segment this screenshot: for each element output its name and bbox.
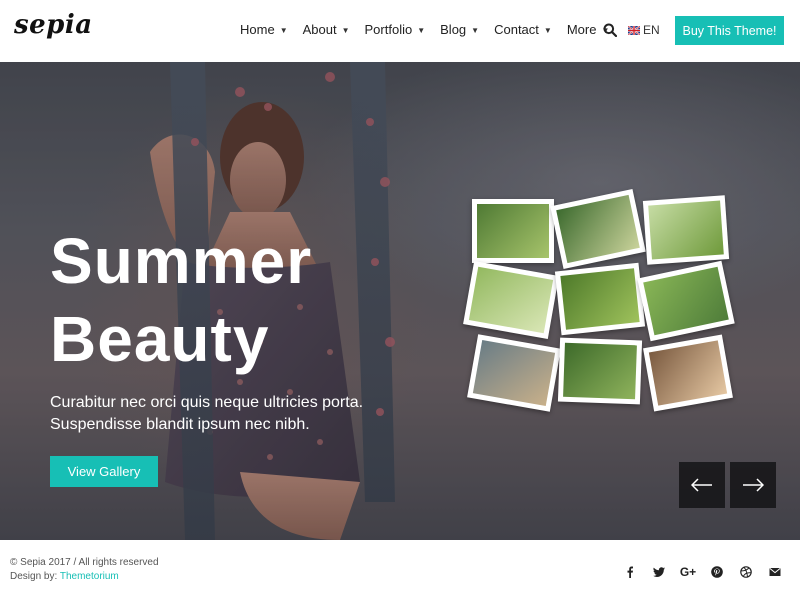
hero-subtitle-line: Curabitur nec orci quis neque ultricies …	[50, 394, 364, 411]
chevron-down-icon: ▼	[341, 26, 350, 35]
chevron-down-icon: ▼	[417, 26, 426, 35]
site-header: sepia Home ▼ About ▼ Portfolio ▼ Blog ▼ …	[0, 0, 800, 62]
google-plus-icon[interactable]: G+	[680, 564, 696, 580]
site-logo[interactable]: sepia	[14, 10, 93, 40]
nav-about-label: About	[302, 22, 337, 37]
chevron-down-icon: ▼	[279, 26, 288, 35]
nav-about[interactable]: About ▼	[303, 22, 350, 37]
arrow-right-icon	[743, 478, 764, 492]
collage-photo	[643, 334, 733, 412]
collage-photo	[554, 262, 646, 336]
nav-blog[interactable]: Blog ▼	[440, 22, 479, 37]
dribbble-icon[interactable]	[738, 564, 754, 580]
uk-flag-icon	[628, 25, 640, 35]
main-nav: Home ▼ About ▼ Portfolio ▼ Blog ▼ Contac…	[240, 22, 624, 37]
credit-prefix: Design by:	[10, 571, 58, 582]
twitter-icon[interactable]	[651, 564, 667, 580]
slider-prev-button[interactable]	[679, 462, 725, 508]
pinterest-icon[interactable]	[709, 564, 725, 580]
nav-home[interactable]: Home ▼	[240, 22, 288, 37]
hero-subtitle: Curabitur nec orci quis neque ultricies …	[50, 392, 430, 436]
collage-photo	[472, 199, 554, 263]
arrow-left-icon	[691, 478, 712, 492]
language-label: EN	[643, 23, 660, 37]
social-links: G+	[622, 564, 796, 580]
nav-portfolio[interactable]: Portfolio ▼	[365, 22, 426, 37]
view-gallery-button[interactable]: View Gallery	[50, 456, 158, 487]
slider-next-button[interactable]	[730, 462, 776, 508]
site-footer: © Sepia 2017 / All rights reserved Desig…	[0, 540, 800, 600]
nav-portfolio-label: Portfolio	[364, 22, 413, 37]
chevron-down-icon: ▼	[471, 26, 480, 35]
facebook-icon[interactable]	[622, 564, 638, 580]
copyright-text: © Sepia 2017 / All rights reserved	[10, 557, 159, 568]
search-icon[interactable]	[603, 23, 617, 37]
nav-contact-label: Contact	[494, 22, 539, 37]
email-icon[interactable]	[767, 564, 783, 580]
nav-home-label: Home	[240, 22, 275, 37]
hero-title: Summer Beauty	[50, 222, 312, 378]
nav-blog-label: Blog	[440, 22, 467, 37]
chevron-down-icon: ▼	[543, 26, 552, 35]
hero-title-line: Beauty	[50, 303, 270, 375]
nav-more-label: More	[566, 22, 597, 37]
language-selector[interactable]: EN	[628, 23, 660, 37]
hero-title-line: Summer	[50, 225, 313, 297]
nav-contact[interactable]: Contact ▼	[494, 22, 552, 37]
collage-photo	[642, 195, 730, 265]
hero-subtitle-line: Suspendisse blandit ipsum nec nibh.	[50, 416, 310, 433]
collage-photo	[557, 337, 643, 405]
buy-theme-button[interactable]: Buy This Theme!	[675, 16, 784, 45]
credit-link[interactable]: Themetorium	[60, 571, 119, 582]
design-credit: Design by: Themetorium	[10, 571, 119, 582]
hero-slider: Summer Beauty Curabitur nec orci quis ne…	[0, 62, 800, 540]
